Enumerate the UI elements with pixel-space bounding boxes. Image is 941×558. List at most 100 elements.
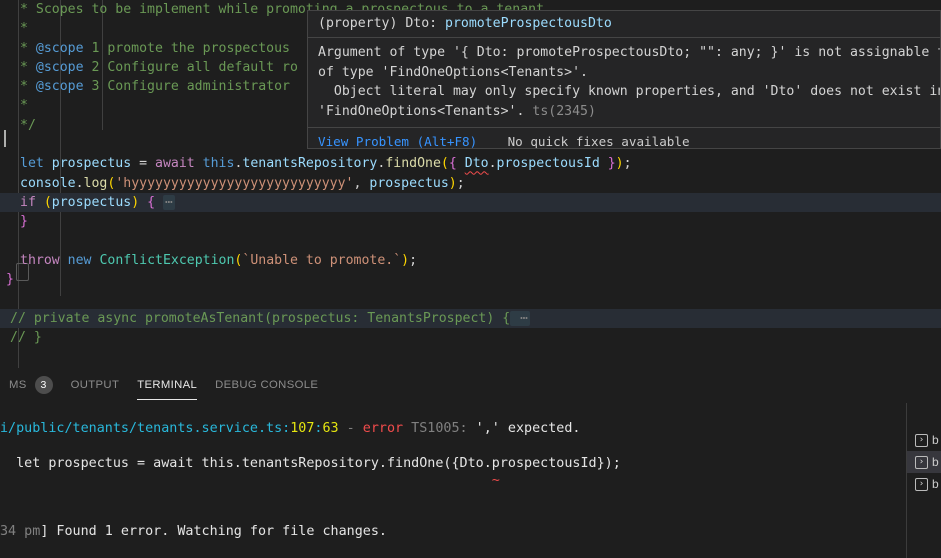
code-line[interactable] — [0, 347, 941, 366]
code-token: 3 Configure administrator — [83, 79, 290, 95]
bottom-panel[interactable]: MS 3 OUTPUT TERMINAL DEBUG CONSOLE i/public/… — [0, 368, 941, 558]
terminal-token: expected. — [499, 421, 581, 437]
code-token: tenantsRepository — [242, 156, 378, 172]
tooltip-body-line-2: of type 'FindOneOptions<Tenants>'. — [318, 64, 588, 80]
code-token: this — [202, 156, 235, 172]
terminal-list-item[interactable]: › b — [907, 451, 941, 473]
code-token: ) — [448, 175, 457, 191]
code-token: , — [353, 175, 370, 191]
tab-debug-console[interactable]: DEBUG CONSOLE — [206, 368, 327, 403]
terminal-token: 63 — [322, 421, 339, 437]
code-token: * — [20, 98, 28, 114]
code-token: 1 promote the prospectous — [83, 40, 290, 56]
code-token: } — [20, 214, 28, 230]
terminal-token: i/public/tenants/tenants.service.ts — [0, 421, 283, 437]
code-token: * — [20, 40, 36, 56]
terminal-token: 34 pm — [0, 524, 41, 540]
code-token: ) — [615, 156, 624, 172]
terminal-list-item[interactable]: › b — [907, 429, 941, 451]
vscode-window: * Scopes to be implement while promoting… — [0, 0, 941, 558]
code-token: . — [75, 175, 84, 191]
code-token: new — [67, 252, 92, 268]
code-token: ConflictException — [99, 252, 235, 268]
code-line[interactable]: throw new ConflictException(`Unable to p… — [0, 251, 941, 270]
terminal-token: let prospectus = await this.tenantsRepos… — [0, 455, 621, 471]
view-problem-link[interactable]: View Problem (Alt+F8) — [318, 134, 477, 148]
code-line[interactable] — [0, 289, 941, 308]
tooltip-body: Argument of type '{ Dto: promoteProspect… — [308, 38, 940, 127]
code-line[interactable]: } — [0, 270, 941, 289]
code-token: * — [20, 79, 36, 95]
tooltip-footer: View Problem (Alt+F8) No quick fixes ava… — [308, 128, 940, 149]
code-token: } — [607, 156, 616, 172]
code-token: ; — [456, 175, 465, 191]
code-token: } — [6, 272, 14, 288]
terminal-chevron-icon: › — [915, 477, 928, 491]
terminal-line: i/public/tenants/tenants.service.ts:107:… — [0, 420, 880, 437]
code-token: ) — [401, 252, 410, 268]
terminal-list-item-label: b — [932, 477, 939, 491]
terminal-chevron-icon: › — [915, 455, 928, 469]
terminal-token: ~ — [0, 472, 500, 488]
code-token: { — [147, 194, 156, 210]
code-line[interactable]: // } — [0, 328, 941, 347]
tab-output[interactable]: OUTPUT — [62, 368, 129, 403]
code-token: prospectousId — [496, 156, 600, 172]
code-token: // } — [10, 330, 42, 346]
terminal-list-item[interactable]: › b — [907, 473, 941, 495]
code-editor[interactable]: * Scopes to be implement while promoting… — [0, 0, 941, 368]
code-token: */ — [20, 117, 36, 133]
code-token: ; — [409, 252, 418, 268]
code-token: await — [155, 156, 195, 172]
panel-tab-label: MS — [9, 379, 27, 391]
code-line[interactable]: } — [0, 212, 941, 231]
tooltip-body-line-4: 'FindOneOptions<Tenants>'. — [318, 103, 533, 119]
terminal-chevron-icon: › — [915, 433, 928, 447]
code-token: prospectus — [369, 175, 449, 191]
terminal-list-item-label: b — [932, 433, 939, 447]
tooltip-body-line-3: Object literal may only specify known pr… — [318, 84, 941, 99]
panel-tab-bar[interactable]: MS 3 OUTPUT TERMINAL DEBUG CONSOLE — [0, 368, 941, 403]
terminal-line: let prospectus = await this.tenantsRepos… — [0, 455, 880, 472]
terminal-token: ',' — [475, 421, 500, 437]
code-line[interactable]: // private async promoteAsTenant(prospec… — [0, 308, 941, 329]
tab-problems[interactable]: MS 3 — [0, 368, 62, 403]
code-token: { — [448, 156, 457, 172]
code-line[interactable] — [0, 232, 941, 251]
code-line[interactable]: let prospectus = await this. tenantsRepos… — [0, 154, 941, 173]
terminal-line: 34 pm] Found 1 error. Watching for file … — [0, 523, 880, 540]
tooltip-body-line-1: Argument of type '{ Dto: promoteProspect… — [318, 45, 941, 60]
terminal-token: - — [338, 421, 363, 437]
hover-tooltip[interactable]: (property) Dto: promoteProspectousDto Ar… — [307, 10, 941, 149]
tab-terminal[interactable]: TERMINAL — [128, 368, 206, 403]
code-token: ; — [623, 156, 632, 172]
terminal-list-panel[interactable]: › b › b › b — [880, 403, 941, 558]
panel-tab-label: OUTPUT — [70, 379, 120, 391]
code-token: . — [488, 156, 497, 172]
terminal-token: error — [362, 421, 404, 437]
terminal-token: ] Found 1 error. Watching for file chang… — [40, 524, 387, 540]
terminal-token: 107 — [290, 421, 315, 437]
tooltip-header: (property) Dto: promoteProspectousDto — [308, 11, 940, 37]
code-token: = — [131, 156, 156, 172]
terminal-token: TS1005 — [411, 421, 460, 437]
code-line[interactable]: console.log('hyyyyyyyyyyyyyyyyyyyyyyyyyy… — [0, 174, 941, 193]
tooltip-error-code: ts(2345) — [532, 103, 596, 119]
terminal-output[interactable]: i/public/tenants/tenants.service.ts:107:… — [0, 403, 880, 558]
code-token: prospectus — [51, 156, 132, 172]
code-token: `Unable to promote.` — [242, 252, 402, 268]
code-token: let — [20, 156, 44, 172]
code-line[interactable]: if (prospectus) { ⋯ — [0, 192, 941, 213]
code-token: prospectus — [51, 194, 132, 210]
code-token: @scope — [35, 40, 84, 56]
no-quick-fixes-text: No quick fixes available — [507, 134, 690, 149]
